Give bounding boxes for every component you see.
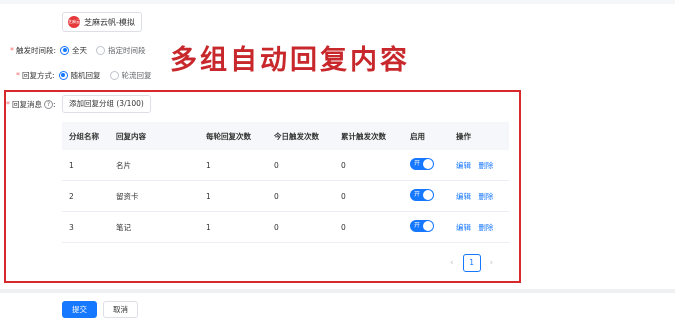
info-icon[interactable]: ? xyxy=(44,100,53,109)
enable-toggle[interactable]: 开 xyxy=(410,158,434,170)
account-name: 芝麻云帆-模拟 xyxy=(84,17,135,27)
cell-enabled: 开 xyxy=(403,220,451,234)
trigger-time-label: 触发时间段: xyxy=(16,45,57,55)
col-header: 启用 xyxy=(410,131,425,141)
radio-random-reply-label: 随机回复 xyxy=(70,70,101,80)
delete-link[interactable]: 删除 xyxy=(478,161,493,170)
next-page-icon[interactable]: › xyxy=(490,258,494,268)
delete-link[interactable]: 删除 xyxy=(478,223,493,232)
page-number-current[interactable]: 1 xyxy=(462,254,481,272)
radio-unselected-icon[interactable] xyxy=(109,70,119,80)
cell-content: 名片 xyxy=(116,160,131,170)
col-header: 分组名称 xyxy=(69,131,99,141)
cell-group: 1 xyxy=(69,160,74,170)
table-row: 3 笔记 1 0 0 开 编辑 删除 xyxy=(62,212,509,243)
toggle-label: 开 xyxy=(414,222,421,229)
cell-today: 0 xyxy=(274,222,279,232)
cell-actions: 编辑 删除 xyxy=(451,222,509,233)
radio-round-robin[interactable]: 轮流回复 xyxy=(109,70,152,81)
required-mark: * xyxy=(6,100,10,109)
enable-toggle[interactable]: 开 xyxy=(410,220,434,232)
cell-per-round: 1 xyxy=(206,160,211,170)
table-header: 分组名称 回复内容 每轮回复次数 今日触发次数 累计触发次数 启用 操作 xyxy=(62,122,509,150)
radio-all-day-label: 全天 xyxy=(72,45,88,55)
radio-selected-icon[interactable] xyxy=(60,45,70,55)
reply-mode-row: * 回复方式: 随机回复 轮流回复 xyxy=(16,68,161,82)
prev-page-icon[interactable]: ‹ xyxy=(450,258,454,268)
radio-specified-time-label: 指定时间段 xyxy=(108,45,146,55)
toggle-knob xyxy=(423,159,433,169)
cell-today: 0 xyxy=(274,160,279,170)
required-mark: * xyxy=(16,70,20,80)
radio-selected-icon[interactable] xyxy=(58,70,68,80)
toggle-label: 开 xyxy=(414,160,421,167)
col-header: 操作 xyxy=(456,131,471,141)
footer-divider xyxy=(0,289,675,293)
cell-actions: 编辑 删除 xyxy=(451,160,509,171)
col-header: 每轮回复次数 xyxy=(206,131,251,141)
radio-random-reply[interactable]: 随机回复 xyxy=(58,70,101,81)
cell-total: 0 xyxy=(341,160,346,170)
required-mark: * xyxy=(10,45,14,55)
cell-content: 留资卡 xyxy=(116,191,139,201)
account-logo-icon: 芝麻云帆 xyxy=(68,16,80,28)
cell-total: 0 xyxy=(341,222,346,232)
col-header: 今日触发次数 xyxy=(274,131,319,141)
radio-round-robin-label: 轮流回复 xyxy=(121,70,152,80)
delete-link[interactable]: 删除 xyxy=(478,192,493,201)
toggle-label: 开 xyxy=(414,191,421,198)
pagination: ‹ 1 › xyxy=(450,254,493,272)
col-header: 累计触发次数 xyxy=(341,131,386,141)
cell-enabled: 开 xyxy=(403,158,451,172)
radio-unselected-icon[interactable] xyxy=(96,45,106,55)
cell-total: 0 xyxy=(341,191,346,201)
cell-group: 3 xyxy=(69,222,74,232)
cell-group: 2 xyxy=(69,191,74,201)
cell-today: 0 xyxy=(274,191,279,201)
enable-toggle[interactable]: 开 xyxy=(410,189,434,201)
label-colon: : xyxy=(53,100,56,109)
radio-all-day[interactable]: 全天 xyxy=(60,45,87,56)
reply-messages-text: 回复消息 xyxy=(12,100,42,109)
cancel-button[interactable]: 取消 xyxy=(103,301,138,318)
col-header: 回复内容 xyxy=(116,131,146,141)
edit-link[interactable]: 编辑 xyxy=(456,192,471,201)
submit-button[interactable]: 提交 xyxy=(62,301,97,318)
table-row: 1 名片 1 0 0 开 编辑 删除 xyxy=(62,150,509,181)
edit-link[interactable]: 编辑 xyxy=(456,161,471,170)
top-divider xyxy=(0,0,675,4)
reply-messages-label: * 回复消息 ? : xyxy=(6,99,56,110)
cell-per-round: 1 xyxy=(206,222,211,232)
cell-content: 笔记 xyxy=(116,222,131,232)
cell-actions: 编辑 删除 xyxy=(451,191,509,202)
cell-per-round: 1 xyxy=(206,191,211,201)
reply-groups-table: 分组名称 回复内容 每轮回复次数 今日触发次数 累计触发次数 启用 操作 1 名… xyxy=(62,122,509,243)
radio-specified-time[interactable]: 指定时间段 xyxy=(96,45,146,56)
annotation-title: 多组自动回复内容 xyxy=(170,45,410,76)
trigger-time-row: * 触发时间段: 全天 指定时间段 xyxy=(10,43,155,57)
account-tag[interactable]: 芝麻云帆 芝麻云帆-模拟 xyxy=(62,12,142,32)
reply-mode-label: 回复方式: xyxy=(22,70,55,80)
edit-link[interactable]: 编辑 xyxy=(456,223,471,232)
toggle-knob xyxy=(423,221,433,231)
cell-enabled: 开 xyxy=(403,189,451,203)
add-reply-group-button[interactable]: 添加回复分组 (3/100) xyxy=(62,95,151,113)
page: 芝麻云帆 芝麻云帆-模拟 * 触发时间段: 全天 指定时间段 * 回复方式: 随… xyxy=(0,0,675,321)
table-row: 2 留资卡 1 0 0 开 编辑 删除 xyxy=(62,181,509,212)
toggle-knob xyxy=(423,190,433,200)
